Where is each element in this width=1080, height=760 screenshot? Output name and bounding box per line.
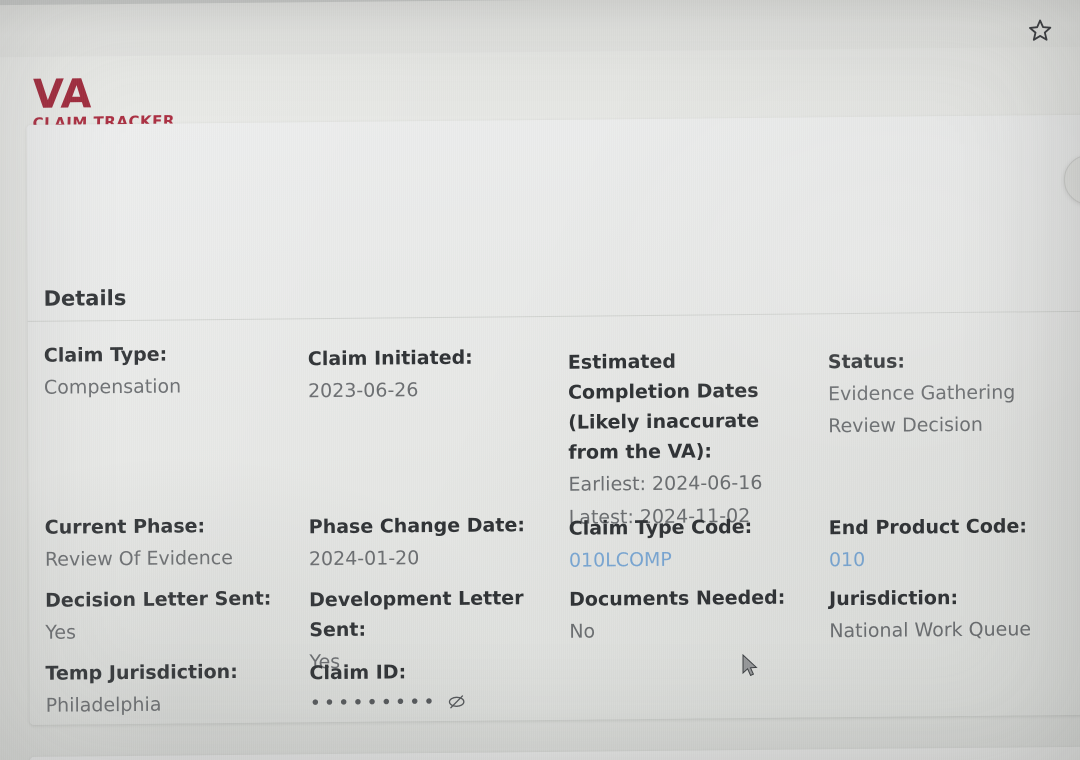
field-claim-id-label: Claim ID: xyxy=(309,661,407,685)
field-documents-needed-label: Documents Needed: xyxy=(569,586,786,611)
field-temp-jurisdiction-label: Temp Jurisdiction: xyxy=(45,660,238,685)
page-surface: VA CLAIM TRACKER Claim Received Initial … xyxy=(0,46,1080,760)
field-current-phase-value: Review Of Evidence xyxy=(44,546,233,571)
field-end-product-code-label: End Product Code: xyxy=(828,515,1028,540)
field-status: Status: Evidence Gathering Review Decisi… xyxy=(828,345,1078,441)
field-temp-jurisdiction: Temp Jurisdiction: Philadelphia xyxy=(45,656,300,720)
claims-card: Claims (10) xyxy=(29,746,1080,760)
details-card: Details Claim Type: Compensation Claim I… xyxy=(26,114,1080,725)
field-claim-type-code-label: Claim Type Code: xyxy=(568,515,753,540)
field-current-phase: Current Phase: Review Of Evidence xyxy=(45,510,300,574)
screen-photo: VA CLAIM TRACKER Claim Received Initial … xyxy=(0,0,1080,760)
field-end-product-code-value[interactable]: 010 xyxy=(829,543,1079,575)
field-decision-letter-sent: Decision Letter Sent: Yes xyxy=(45,583,300,647)
field-status-value-line2: Review Decision xyxy=(828,413,983,438)
field-end-product-code: End Product Code: 010 xyxy=(829,511,1079,575)
field-status-value-line1: Evidence Gathering xyxy=(827,381,1016,406)
details-grid: Claim Type: Compensation Claim Initiated… xyxy=(28,331,1080,717)
eye-off-icon[interactable] xyxy=(446,692,466,712)
field-phase-change-date-value: 2024-01-20 xyxy=(308,547,420,571)
field-jurisdiction-label: Jurisdiction: xyxy=(829,587,959,611)
field-estimated-completion-earliest: Earliest: 2024-06-16 xyxy=(568,471,763,496)
field-temp-jurisdiction-value: Philadelphia xyxy=(45,693,162,717)
field-phase-change-date: Phase Change Date: 2024-01-20 xyxy=(309,510,559,574)
field-claim-type: Claim Type: Compensation xyxy=(44,338,299,402)
field-documents-needed-value: No xyxy=(569,620,596,643)
field-claim-initiated-value: 2023-06-26 xyxy=(307,379,419,403)
field-claim-id-value-row: ••••••••• xyxy=(310,686,570,718)
field-claim-id-masked-value: ••••••••• xyxy=(309,691,438,715)
field-claim-type-label: Claim Type: xyxy=(43,343,168,367)
browser-window-edge xyxy=(0,0,1080,6)
field-claim-type-code: Claim Type Code: 010LCOMP xyxy=(569,511,819,575)
field-estimated-completion: Estimated Completion Dates (Likely inacc… xyxy=(568,346,801,534)
field-development-letter-sent-label: Development Letter Sent: xyxy=(309,587,524,642)
mouse-pointer-icon xyxy=(742,654,760,678)
details-heading: Details xyxy=(43,285,127,311)
field-claim-initiated-label: Claim Initiated: xyxy=(307,346,473,371)
field-claim-type-value: Compensation xyxy=(43,375,182,399)
field-current-phase-label: Current Phase: xyxy=(44,515,206,539)
field-estimated-completion-label: Estimated Completion Dates (Likely inacc… xyxy=(567,350,760,464)
field-documents-needed: Documents Needed: No xyxy=(569,582,819,646)
field-phase-change-date-label: Phase Change Date: xyxy=(308,514,525,539)
field-jurisdiction-value: National Work Queue xyxy=(829,618,1032,643)
field-claim-id: Claim ID: ••••••••• xyxy=(309,656,569,718)
details-divider xyxy=(27,310,1080,322)
logo-va-text: VA xyxy=(31,71,93,118)
field-decision-letter-sent-value: Yes xyxy=(45,621,77,644)
field-status-label: Status: xyxy=(827,350,906,374)
field-decision-letter-sent-label: Decision Letter Sent: xyxy=(45,587,272,612)
field-jurisdiction: Jurisdiction: National Work Queue xyxy=(829,582,1079,646)
bookmark-star-icon[interactable] xyxy=(1027,17,1053,43)
field-claim-type-code-value[interactable]: 010LCOMP xyxy=(569,543,819,575)
field-claim-initiated: Claim Initiated: 2023-06-26 xyxy=(308,342,558,406)
